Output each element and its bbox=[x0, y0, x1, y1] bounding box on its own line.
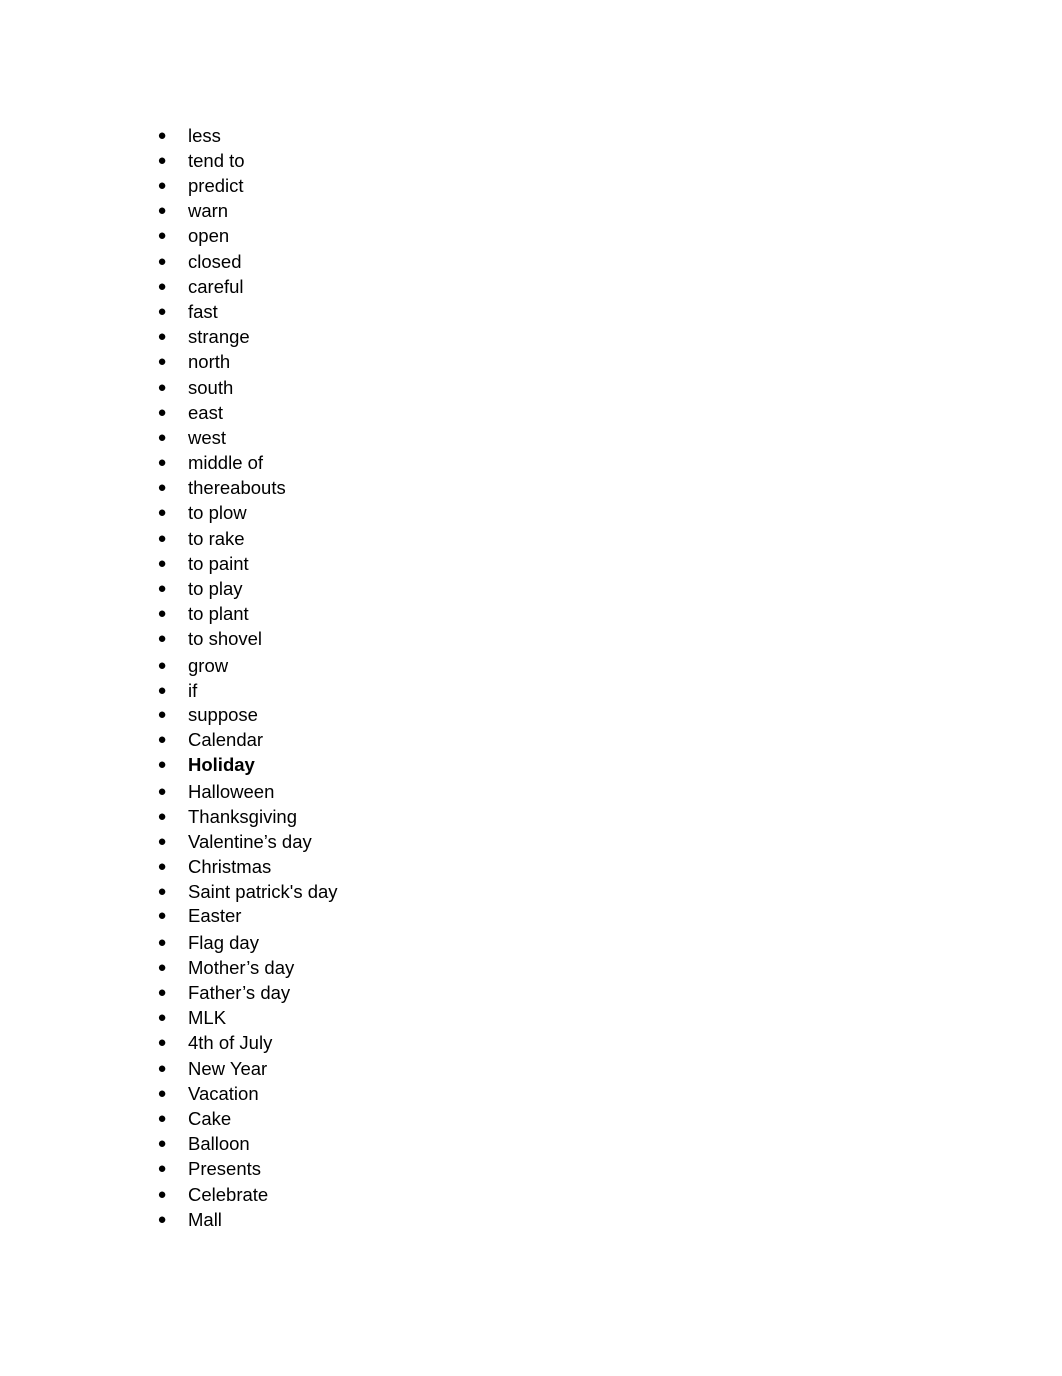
list-item-text: tend to bbox=[188, 150, 245, 171]
list-item-text: Vacation bbox=[188, 1083, 259, 1104]
list-item-text: south bbox=[188, 377, 234, 398]
list-item-text: Thanksgiving bbox=[188, 806, 298, 827]
bullet-icon: ● bbox=[157, 1009, 167, 1026]
bullet-icon: ● bbox=[157, 984, 167, 1001]
bullet-icon: ● bbox=[157, 504, 167, 521]
bullet-icon: ● bbox=[157, 177, 167, 194]
bullet-icon: ● bbox=[157, 1135, 167, 1152]
list-item-text: to shovel bbox=[188, 628, 263, 649]
bullet-icon: ● bbox=[157, 479, 167, 496]
list-item-text: Celebrate bbox=[188, 1184, 269, 1205]
bullet-icon: ● bbox=[157, 682, 167, 699]
bullet-icon: ● bbox=[157, 907, 167, 924]
bullet-icon: ● bbox=[157, 127, 167, 144]
bullet-icon: ● bbox=[157, 1160, 167, 1177]
bullet-icon: ● bbox=[157, 379, 167, 396]
list-item-text: closed bbox=[188, 251, 242, 272]
list-item-text: thereabouts bbox=[188, 477, 286, 498]
list-item-text: to play bbox=[188, 578, 243, 599]
bullet-icon: ● bbox=[157, 1034, 167, 1051]
bullet-icon: ● bbox=[157, 833, 167, 850]
list-item-text: careful bbox=[188, 276, 244, 297]
bullet-icon: ● bbox=[157, 858, 167, 875]
bullet-icon: ● bbox=[157, 605, 167, 622]
list-item-text: to plow bbox=[188, 502, 247, 523]
bullet-icon: ● bbox=[157, 454, 167, 471]
list-item-text: north bbox=[188, 351, 231, 372]
list-item-text: Balloon bbox=[188, 1133, 250, 1154]
bullet-icon: ● bbox=[157, 555, 167, 572]
bullet-icon: ● bbox=[157, 731, 167, 748]
list-item-text: strange bbox=[188, 326, 250, 347]
bullet-icon: ● bbox=[157, 883, 167, 900]
bullet-icon: ● bbox=[157, 530, 167, 547]
bullet-icon: ● bbox=[157, 328, 167, 345]
bullet-icon: ● bbox=[157, 253, 167, 270]
list-item-text: to plant bbox=[188, 603, 249, 624]
list-item-text: Calendar bbox=[188, 729, 264, 750]
list-item-text: Valentine’s day bbox=[188, 831, 312, 852]
bullet-icon: ● bbox=[157, 1186, 167, 1203]
bullet-icon: ● bbox=[157, 934, 167, 951]
list-item-text: less bbox=[188, 125, 221, 146]
bullet-icon: ● bbox=[157, 278, 167, 295]
bullet-icon: ● bbox=[157, 1110, 167, 1127]
list-item-text: to rake bbox=[188, 528, 245, 549]
bullet-icon: ● bbox=[157, 303, 167, 320]
bullet-icon: ● bbox=[157, 152, 167, 169]
list-item-text: MLK bbox=[188, 1007, 227, 1028]
bullet-icon: ● bbox=[157, 706, 167, 723]
list-item-text: Saint patrick's day bbox=[188, 881, 338, 902]
bullet-icon: ● bbox=[157, 657, 167, 674]
document-page: ● less ● tend to ● predict ● warn ● open ● closed ● c… bbox=[0, 0, 1062, 1376]
list-item-text: 4th of July bbox=[188, 1032, 273, 1053]
list-item-text: Father’s day bbox=[188, 982, 291, 1003]
bullet-icon: ● bbox=[157, 959, 167, 976]
list-item-text: suppose bbox=[188, 704, 258, 725]
list-item-text: Flag day bbox=[188, 932, 259, 953]
bullet-icon: ● bbox=[157, 227, 167, 244]
bullet-icon: ● bbox=[157, 808, 167, 825]
list-item-text: Holiday bbox=[188, 754, 255, 775]
list-item-text: predict bbox=[188, 175, 244, 196]
bullet-icon: ● bbox=[157, 1211, 167, 1228]
bullet-icon: ● bbox=[157, 429, 167, 446]
bullet-icon: ● bbox=[157, 580, 167, 597]
list-item-text: open bbox=[188, 225, 230, 246]
list-item-text: if bbox=[188, 680, 198, 701]
bullet-icon: ● bbox=[157, 783, 167, 800]
bullet-icon: ● bbox=[157, 404, 167, 421]
bullet-icon: ● bbox=[157, 1085, 167, 1102]
list-item-text: Cake bbox=[188, 1108, 232, 1129]
list-item-text: fast bbox=[188, 301, 218, 322]
list-item-text: Easter bbox=[188, 905, 242, 926]
list-item-text: grow bbox=[188, 655, 229, 676]
list-item-text: Halloween bbox=[188, 781, 275, 802]
bullet-icon: ● bbox=[157, 353, 167, 370]
bullet-icon: ● bbox=[157, 202, 167, 219]
bullet-icon: ● bbox=[157, 756, 167, 773]
list-item-text: warn bbox=[188, 200, 229, 221]
list-item-text: New Year bbox=[188, 1058, 268, 1079]
list-item-text: to paint bbox=[188, 553, 249, 574]
list-item-text: west bbox=[188, 427, 227, 448]
bullet-icon: ● bbox=[157, 1060, 167, 1077]
list-item-text: middle of bbox=[188, 452, 264, 473]
list-item-text: Presents bbox=[188, 1158, 262, 1179]
list-item-text: east bbox=[188, 402, 223, 423]
bullet-icon: ● bbox=[157, 630, 167, 647]
list-item-text: Christmas bbox=[188, 856, 272, 877]
list-item-text: Mall bbox=[188, 1209, 222, 1230]
list-item-text: Mother’s day bbox=[188, 957, 295, 978]
